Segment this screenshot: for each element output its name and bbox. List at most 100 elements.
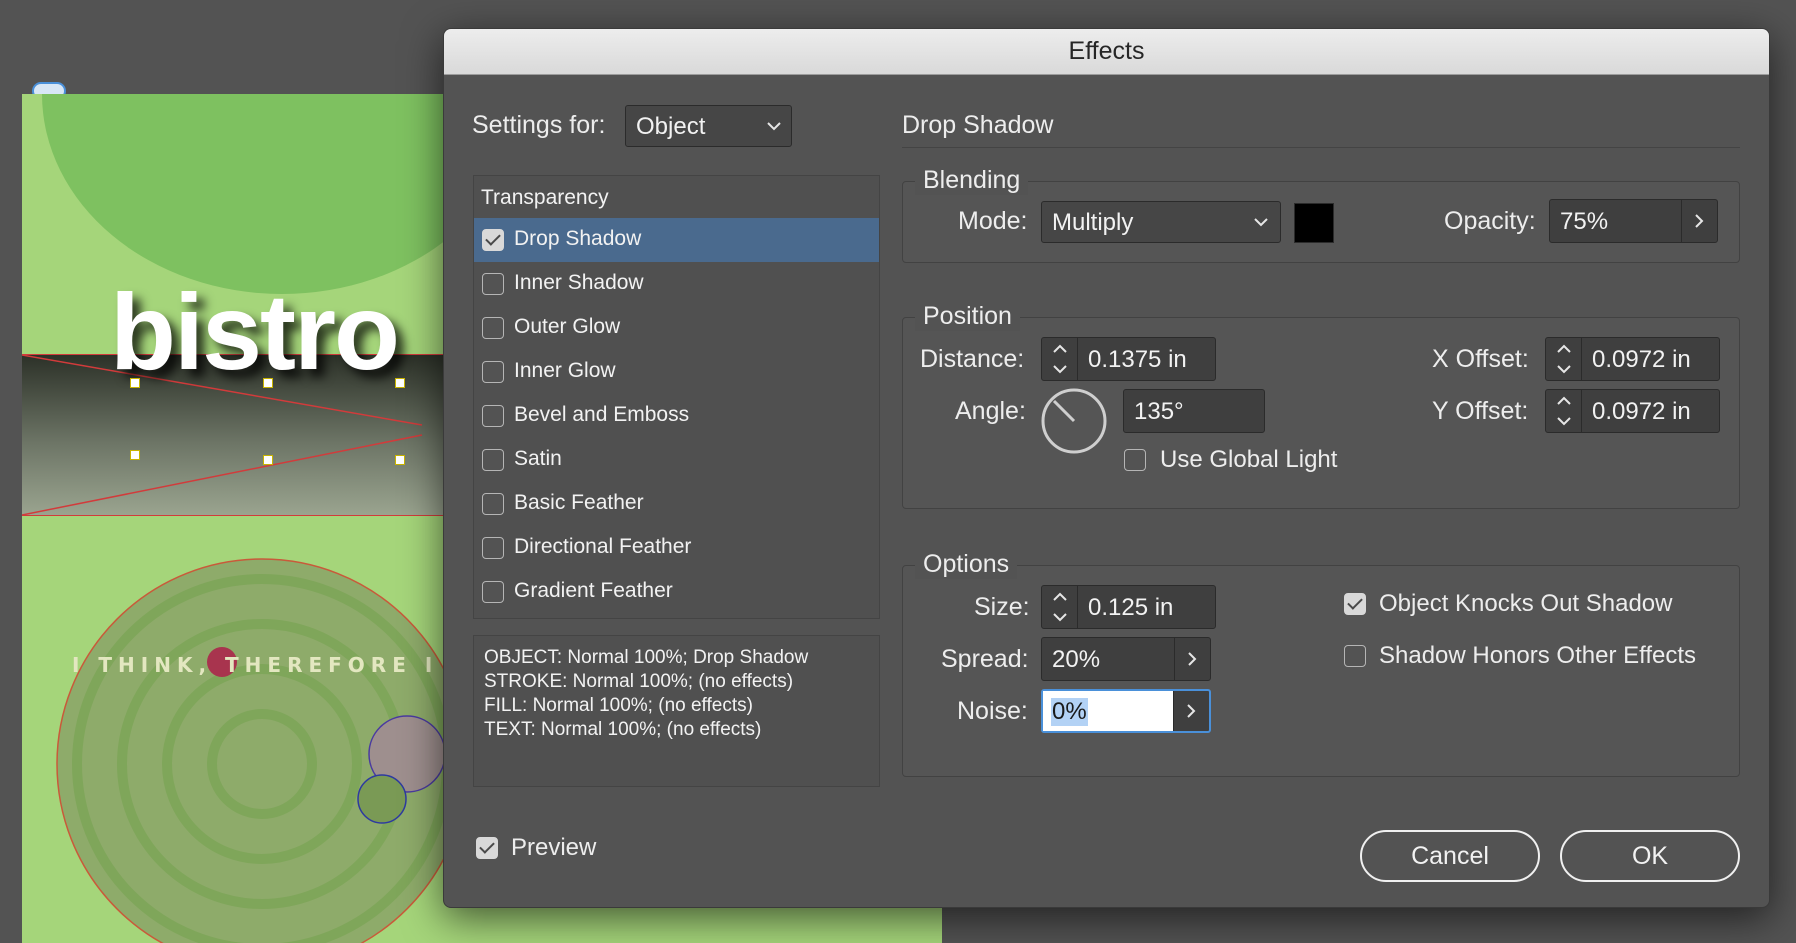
effect-item-inner-shadow[interactable]: Inner Shadow (474, 262, 879, 306)
effect-label: Inner Shadow (514, 271, 644, 294)
effects-list-header: Transparency (481, 186, 609, 209)
effect-label: Drop Shadow (514, 227, 642, 250)
selection-handle[interactable] (130, 450, 140, 460)
outer-glow-checkbox[interactable] (482, 317, 504, 339)
effect-label: Directional Feather (514, 535, 692, 558)
gradient-feather-checkbox[interactable] (482, 581, 504, 603)
mode-label: Mode: (958, 207, 1028, 235)
summary-line: OBJECT: Normal 100%; Drop Shadow (484, 647, 809, 668)
x-offset-stepper[interactable] (1546, 338, 1582, 380)
dialog-title: Effects (1068, 37, 1145, 65)
effects-list: Transparency Drop Shadow Inner Shadow Ou… (473, 175, 880, 619)
blend-mode-dropdown[interactable]: Multiply (1041, 201, 1281, 243)
cancel-label: Cancel (1411, 841, 1489, 870)
dialog-titlebar[interactable]: Effects (444, 29, 1769, 75)
ok-label: OK (1631, 841, 1669, 870)
settings-for-label: Settings for: (472, 111, 606, 139)
spread-label: Spread: (941, 645, 1029, 673)
bevel-emboss-checkbox[interactable] (482, 405, 504, 427)
object-knocks-out-label: Object Knocks Out Shadow (1379, 590, 1673, 617)
preview-label: Preview (511, 834, 597, 861)
y-offset-field[interactable]: 0.0972 in (1545, 389, 1720, 433)
effect-item-drop-shadow[interactable]: Drop Shadow (474, 218, 879, 262)
angle-label: Angle: (955, 397, 1026, 425)
noise-field[interactable]: 0% (1041, 689, 1211, 733)
inner-shadow-checkbox[interactable] (482, 273, 504, 295)
directional-feather-checkbox[interactable] (482, 537, 504, 559)
blending-title: Blending (915, 166, 1029, 195)
selection-handle[interactable] (263, 455, 273, 465)
section-divider (902, 147, 1740, 148)
selection-handle[interactable] (263, 378, 273, 388)
distance-label: Distance: (920, 345, 1025, 373)
use-global-light-label: Use Global Light (1160, 446, 1338, 473)
inner-glow-checkbox[interactable] (482, 361, 504, 383)
selection-handle[interactable] (395, 378, 405, 388)
effect-label: Outer Glow (514, 315, 621, 338)
distance-stepper[interactable] (1042, 338, 1078, 380)
size-label: Size: (974, 593, 1030, 621)
opacity-field[interactable]: 75% (1549, 199, 1718, 243)
settings-for-value: Object (636, 113, 706, 140)
shadow-honors-checkbox[interactable] (1344, 645, 1366, 667)
up-down-arrows-icon (1053, 344, 1067, 374)
effect-item-bevel-emboss[interactable]: Bevel and Emboss (474, 394, 879, 438)
effect-label: Gradient Feather (514, 579, 673, 602)
effect-label: Bevel and Emboss (514, 403, 690, 426)
noise-value[interactable]: 0% (1051, 698, 1088, 726)
blend-mode-value: Multiply (1052, 209, 1134, 236)
basic-feather-checkbox[interactable] (482, 493, 504, 515)
spread-value: 20% (1052, 646, 1101, 673)
opacity-value: 75% (1560, 208, 1609, 235)
effect-label: Satin (514, 447, 562, 470)
effect-label: Inner Glow (514, 359, 616, 382)
bistro-headline[interactable]: bistro (110, 278, 400, 386)
use-global-light-checkbox[interactable] (1124, 449, 1146, 471)
selection-handle[interactable] (395, 455, 405, 465)
position-title: Position (915, 302, 1020, 331)
selection-handle[interactable] (130, 378, 140, 388)
up-down-arrows-icon (1557, 396, 1571, 426)
angle-dial-icon[interactable] (1040, 387, 1108, 455)
effect-item-satin[interactable]: Satin (474, 438, 879, 482)
distance-field[interactable]: 0.1375 in (1041, 337, 1216, 381)
object-knocks-out-checkbox[interactable] (1344, 593, 1366, 615)
cancel-button[interactable]: Cancel (1360, 830, 1540, 882)
effect-item-basic-feather[interactable]: Basic Feather (474, 482, 879, 526)
chevron-down-icon (767, 122, 781, 131)
effect-item-outer-glow[interactable]: Outer Glow (474, 306, 879, 350)
y-offset-label: Y Offset: (1432, 397, 1529, 425)
drop-shadow-checkbox[interactable] (482, 229, 504, 251)
summary-line: TEXT: Normal 100%; (no effects) (484, 719, 762, 740)
chevron-right-icon (1187, 704, 1196, 718)
ok-button[interactable]: OK (1560, 830, 1740, 882)
size-stepper[interactable] (1042, 586, 1078, 628)
effect-item-inner-glow[interactable]: Inner Glow (474, 350, 879, 394)
satin-checkbox[interactable] (482, 449, 504, 471)
angle-value: 135° (1134, 398, 1184, 425)
effect-item-gradient-feather[interactable]: Gradient Feather (474, 570, 879, 614)
summary-line: FILL: Normal 100%; (no effects) (484, 695, 753, 716)
effect-item-directional-feather[interactable]: Directional Feather (474, 526, 879, 570)
settings-for-dropdown[interactable]: Object (625, 105, 792, 147)
opacity-label: Opacity: (1444, 207, 1536, 235)
noise-arrow-button[interactable] (1173, 691, 1209, 731)
section-title: Drop Shadow (902, 111, 1054, 139)
effects-summary: OBJECT: Normal 100%; Drop Shadow STROKE:… (473, 635, 880, 787)
angle-field[interactable]: 135° (1123, 389, 1265, 433)
chevron-down-icon (1254, 218, 1268, 227)
target-graphic (52, 554, 472, 943)
x-offset-value: 0.0972 in (1592, 346, 1691, 373)
size-field[interactable]: 0.125 in (1041, 585, 1216, 629)
up-down-arrows-icon (1557, 344, 1571, 374)
preview-checkbox[interactable] (476, 837, 498, 859)
spread-arrow-button[interactable] (1174, 638, 1210, 680)
y-offset-stepper[interactable] (1546, 390, 1582, 432)
x-offset-field[interactable]: 0.0972 in (1545, 337, 1720, 381)
shadow-color-swatch[interactable] (1294, 203, 1334, 243)
opacity-arrow-button[interactable] (1681, 200, 1717, 242)
effects-dialog: Effects Settings for: Object Transparenc… (443, 28, 1770, 908)
spread-field[interactable]: 20% (1041, 637, 1211, 681)
distance-value: 0.1375 in (1088, 346, 1187, 373)
up-down-arrows-icon (1053, 592, 1067, 622)
